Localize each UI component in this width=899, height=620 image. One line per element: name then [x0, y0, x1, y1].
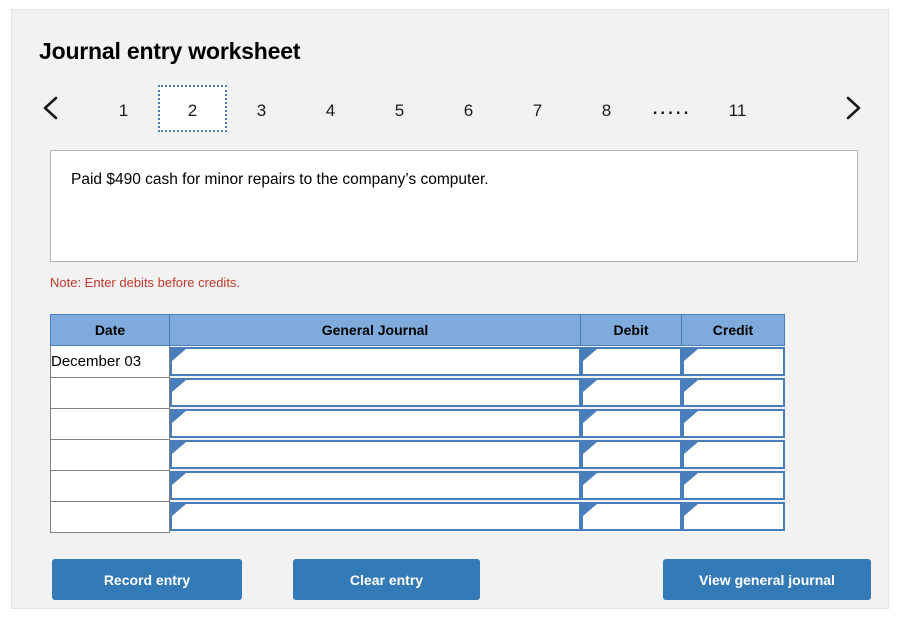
- table-row: [50, 439, 785, 471]
- tab-1[interactable]: 1: [89, 85, 158, 132]
- tab-8[interactable]: 8: [572, 85, 641, 132]
- page-title: Journal entry worksheet: [39, 38, 301, 64]
- debit-input[interactable]: [580, 347, 682, 376]
- dropdown-marker-icon: [172, 411, 186, 423]
- credit-input[interactable]: [681, 378, 785, 407]
- dropdown-marker-icon: [582, 349, 597, 361]
- table-row: [50, 377, 785, 409]
- debit-cell: [580, 346, 682, 378]
- transaction-prompt-box: Paid $490 cash for minor repairs to the …: [50, 150, 858, 262]
- next-page-button[interactable]: [837, 93, 867, 123]
- dropdown-marker-icon: [683, 473, 698, 485]
- dropdown-marker-icon: [172, 349, 186, 361]
- debit-input[interactable]: [580, 440, 682, 469]
- date-cell[interactable]: [50, 377, 170, 409]
- credit-cell: [681, 439, 785, 470]
- credit-cell: [681, 470, 785, 501]
- journal-entry-table: Date General Journal Debit Credit Decemb…: [50, 314, 785, 533]
- pagination-tabstrip: 1 2 3 4 5 6 7 8 ..... 11: [37, 83, 867, 133]
- dropdown-marker-icon: [172, 504, 186, 516]
- credit-cell: [681, 377, 785, 408]
- dropdown-marker-icon: [683, 442, 698, 454]
- dropdown-marker-icon: [172, 473, 186, 485]
- tab-11[interactable]: 11: [703, 85, 772, 132]
- account-cell: [170, 408, 581, 439]
- debit-cell: [580, 470, 682, 501]
- date-cell[interactable]: December 03: [50, 345, 170, 378]
- account-cell: [170, 377, 581, 408]
- column-header-date: Date: [50, 314, 170, 346]
- account-select[interactable]: [170, 347, 581, 376]
- date-cell[interactable]: [50, 439, 170, 471]
- credit-input[interactable]: [681, 471, 785, 500]
- table-header-row: Date General Journal Debit Credit: [50, 314, 785, 346]
- table-row: [50, 470, 785, 502]
- debits-before-credits-note: Note: Enter debits before credits.: [50, 275, 241, 290]
- credit-input[interactable]: [681, 502, 785, 531]
- debit-input[interactable]: [580, 409, 682, 438]
- account-select[interactable]: [170, 378, 581, 407]
- record-entry-button[interactable]: Record entry: [52, 559, 242, 600]
- debit-cell: [580, 501, 682, 532]
- account-select[interactable]: [170, 409, 581, 438]
- table-row: [50, 408, 785, 440]
- credit-cell: [681, 408, 785, 439]
- tab-7[interactable]: 7: [503, 85, 572, 132]
- transaction-description: Paid $490 cash for minor repairs to the …: [71, 171, 489, 188]
- dropdown-marker-icon: [683, 380, 698, 392]
- dropdown-marker-icon: [582, 442, 597, 454]
- debit-cell: [580, 377, 682, 408]
- account-select[interactable]: [170, 440, 581, 469]
- date-cell[interactable]: [50, 408, 170, 440]
- debit-input[interactable]: [580, 502, 682, 531]
- column-header-credit: Credit: [681, 314, 785, 346]
- tab-3[interactable]: 3: [227, 85, 296, 132]
- view-general-journal-button[interactable]: View general journal: [663, 559, 871, 600]
- table-row: [50, 501, 785, 533]
- table-row: December 03: [50, 345, 785, 378]
- dropdown-marker-icon: [683, 411, 698, 423]
- account-cell: [170, 501, 581, 532]
- credit-cell: [681, 501, 785, 532]
- dropdown-marker-icon: [683, 349, 698, 361]
- page-tabs: 1 2 3 4 5 6 7 8 ..... 11: [89, 83, 772, 133]
- dropdown-marker-icon: [172, 380, 186, 392]
- credit-input[interactable]: [681, 409, 785, 438]
- debit-cell: [580, 408, 682, 439]
- tab-2[interactable]: 2: [158, 84, 227, 132]
- dropdown-marker-icon: [683, 504, 698, 516]
- debit-cell: [580, 439, 682, 470]
- account-cell: [170, 470, 581, 501]
- worksheet-panel: Journal entry worksheet 1 2 3 4 5 6 7 8 …: [11, 9, 889, 609]
- dropdown-marker-icon: [172, 442, 186, 454]
- dropdown-marker-icon: [582, 411, 597, 423]
- account-select[interactable]: [170, 471, 581, 500]
- credit-cell: [681, 346, 785, 378]
- column-header-general-journal: General Journal: [169, 314, 581, 346]
- dropdown-marker-icon: [582, 473, 597, 485]
- tab-4[interactable]: 4: [296, 85, 365, 132]
- credit-input[interactable]: [681, 347, 785, 376]
- debit-input[interactable]: [580, 471, 682, 500]
- tabs-ellipsis: .....: [652, 98, 692, 118]
- chevron-left-icon: [43, 96, 58, 120]
- debit-input[interactable]: [580, 378, 682, 407]
- clear-entry-button[interactable]: Clear entry: [293, 559, 480, 600]
- column-header-debit: Debit: [580, 314, 682, 346]
- account-cell: [170, 346, 581, 378]
- tab-5[interactable]: 5: [365, 85, 434, 132]
- dropdown-marker-icon: [582, 504, 597, 516]
- chevron-right-icon: [846, 96, 861, 120]
- date-cell[interactable]: [50, 501, 170, 533]
- date-cell[interactable]: [50, 470, 170, 502]
- account-select[interactable]: [170, 502, 581, 531]
- previous-page-button[interactable]: [37, 93, 67, 123]
- dropdown-marker-icon: [582, 380, 597, 392]
- tab-6[interactable]: 6: [434, 85, 503, 132]
- credit-input[interactable]: [681, 440, 785, 469]
- account-cell: [170, 439, 581, 470]
